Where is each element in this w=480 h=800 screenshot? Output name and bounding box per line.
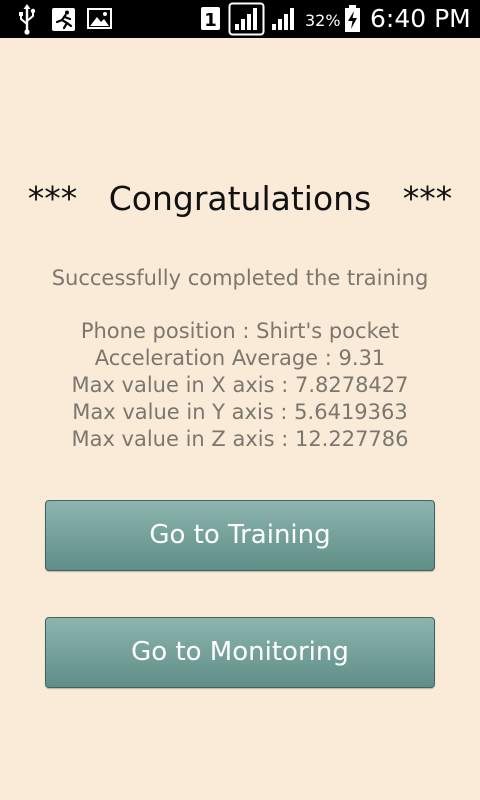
battery-charging-icon [345,5,360,32]
image-icon [87,8,112,29]
max-x-text: Max value in X axis : 7.8278427 [71,373,409,397]
signal-sim1-icon [228,2,265,36]
training-complete-message: Successfully completed the training [51,266,429,290]
go-to-training-button[interactable]: Go to Training [45,500,435,571]
battery-percent: 32% [305,11,341,30]
usb-icon [19,4,36,35]
max-z-text: Max value in Z axis : 12.227786 [71,427,409,451]
app-notification-icon [52,8,75,31]
training-stats: Phone position : Shirt's pocket Accelera… [0,318,480,453]
max-y-text: Max value in Y axis : 5.6419363 [72,400,408,424]
clock: 6:40 PM [370,4,471,33]
status-bar: 1 32% 6:40 PM [0,0,480,38]
sim-1-icon: 1 [201,7,220,31]
signal-sim2-icon [272,8,294,30]
acceleration-average-text: Acceleration Average : 9.31 [94,346,386,370]
congratulations-title: *** Congratulations *** [27,179,453,218]
svg-text:1: 1 [204,10,217,31]
go-to-monitoring-button[interactable]: Go to Monitoring [45,617,435,688]
phone-position-text: Phone position : Shirt's pocket [80,319,400,343]
